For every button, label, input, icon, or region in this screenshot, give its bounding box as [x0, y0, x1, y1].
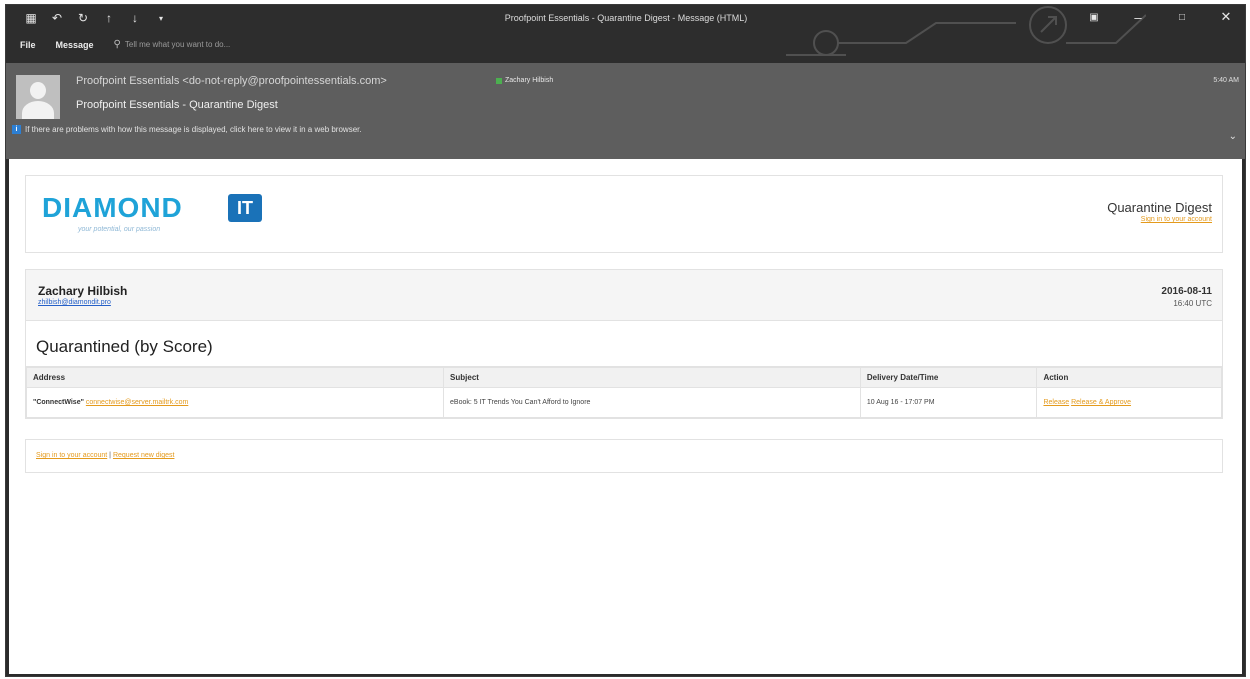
- logo-badge: IT: [228, 194, 262, 222]
- subject-cell: eBook: 5 IT Trends You Can't Afford to I…: [443, 387, 861, 418]
- quarantine-table: Address Subject Delivery Date/Time Actio…: [25, 367, 1222, 418]
- info-icon: i: [12, 125, 21, 134]
- message-header: Proofpoint Essentials <do-not-reply@proo…: [6, 63, 1245, 159]
- footer-sign-in-link[interactable]: Sign in to your account: [36, 452, 107, 459]
- address-cell: "ConnectWise" connectwise@server.mailtrk…: [25, 387, 445, 418]
- digest-time: 16:40 UTC: [1173, 299, 1212, 308]
- release-approve-link[interactable]: Release & Approve: [1071, 399, 1131, 406]
- window-title: Proofpoint Essentials - Quarantine Diges…: [504, 13, 748, 23]
- save-icon[interactable]: ▦: [24, 11, 38, 25]
- close-button[interactable]: ✕: [1215, 9, 1237, 25]
- logo-text: DIAMOND: [42, 192, 183, 223]
- column-header-subject: Subject: [443, 367, 861, 388]
- up-arrow-icon[interactable]: ↑: [102, 11, 116, 25]
- column-header-action: Action: [1036, 367, 1222, 388]
- title-bar: ▦ ↶ ↻ ↑ ↓ ▾ Proofpoint Essentials - Quar…: [6, 5, 1245, 63]
- undo-icon[interactable]: ↶: [50, 11, 64, 25]
- presence-icon: [496, 77, 502, 84]
- column-header-address: Address: [25, 367, 445, 388]
- tell-me-placeholder: Tell me what you want to do...: [124, 40, 231, 49]
- recipient-name: Zachary Hilbish: [505, 77, 554, 84]
- table-header-row: Address Subject Delivery Date/Time Actio…: [25, 367, 1222, 388]
- tab-file[interactable]: File: [20, 40, 36, 50]
- diamond-it-logo: DIAMOND IT your potential, our passion: [38, 192, 278, 237]
- digest-title: Quarantine Digest: [1107, 200, 1212, 215]
- digest-date: 2016-08-11: [1161, 286, 1212, 297]
- sender-avatar-icon: [16, 75, 60, 119]
- release-link[interactable]: Release: [1043, 399, 1069, 406]
- message-body: DIAMOND IT your potential, our passion Q…: [9, 159, 1242, 674]
- request-digest-link[interactable]: Request new digest: [113, 452, 174, 459]
- window-controls: ▣ – □ ✕: [1083, 9, 1237, 25]
- quarantine-table-card: Address Subject Delivery Date/Time Actio…: [25, 367, 1223, 419]
- info-bar[interactable]: i If there are problems with how this me…: [12, 125, 362, 134]
- footer-separator: |: [109, 452, 111, 459]
- message-subject: Proofpoint Essentials - Quarantine Diges…: [76, 99, 278, 111]
- quick-access-toolbar: ▦ ↶ ↻ ↑ ↓ ▾: [24, 11, 168, 25]
- tab-message[interactable]: Message: [56, 40, 94, 50]
- redo-icon[interactable]: ↻: [76, 11, 90, 25]
- lightbulb-icon: ⚲: [113, 39, 121, 50]
- user-name: Zachary Hilbish: [38, 284, 128, 298]
- maximize-button[interactable]: □: [1171, 12, 1193, 23]
- quarantine-title: Quarantined (by Score): [36, 337, 213, 356]
- brand-header-card: DIAMOND IT your potential, our passion Q…: [25, 175, 1223, 253]
- sender-email-link[interactable]: connectwise@server.mailtrk.com: [86, 399, 188, 406]
- expand-header-icon[interactable]: ⌄: [1229, 131, 1237, 142]
- table-row: "ConnectWise" connectwise@server.mailtrk…: [25, 387, 1222, 418]
- sender-name: "ConnectWise": [33, 399, 84, 406]
- down-arrow-icon[interactable]: ↓: [128, 11, 142, 25]
- ribbon-display-icon[interactable]: ▣: [1083, 12, 1105, 23]
- user-email-link[interactable]: zhilbish@diamondit.pro: [38, 299, 111, 306]
- quarantine-section-header: Quarantined (by Score): [25, 321, 1223, 367]
- ribbon-tabs: File Message ⚲ Tell me what you want to …: [20, 39, 230, 50]
- sender-address[interactable]: Proofpoint Essentials <do-not-reply@proo…: [76, 75, 387, 87]
- logo-tagline: your potential, our passion: [78, 226, 161, 233]
- info-bar-text: If there are problems with how this mess…: [25, 125, 362, 134]
- outlook-message-window: ▦ ↶ ↻ ↑ ↓ ▾ Proofpoint Essentials - Quar…: [5, 4, 1246, 677]
- message-time: 5:40 AM: [1213, 77, 1239, 84]
- sign-in-link[interactable]: Sign in to your account: [1141, 216, 1212, 223]
- tell-me-search[interactable]: ⚲ Tell me what you want to do...: [114, 39, 231, 50]
- column-header-delivery: Delivery Date/Time: [859, 367, 1038, 388]
- footer-links-card: Sign in to your account | Request new di…: [25, 439, 1223, 473]
- footer-links: Sign in to your account | Request new di…: [36, 452, 174, 459]
- recipient-badge[interactable]: Zachary Hilbish: [496, 77, 553, 84]
- minimize-button[interactable]: –: [1127, 10, 1149, 25]
- action-cell: Release Release & Approve: [1036, 387, 1222, 418]
- customize-icon[interactable]: ▾: [154, 11, 168, 25]
- delivery-cell: 10 Aug 16 - 17:07 PM: [859, 387, 1038, 418]
- user-info-card: Zachary Hilbish zhilbish@diamondit.pro 2…: [25, 269, 1223, 321]
